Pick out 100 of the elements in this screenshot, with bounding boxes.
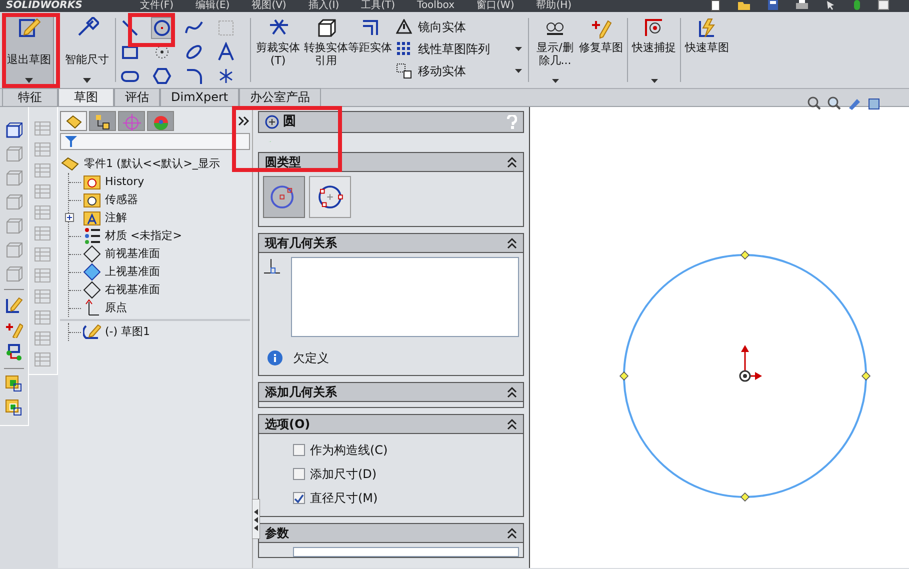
tab[interactable]: 办公室产品 [239, 88, 322, 106]
warning-triangle-icon [396, 19, 412, 35]
sketch-command-button[interactable]: 等距实体 [350, 14, 390, 86]
caret-icon [650, 79, 658, 83]
section-title: 圆类型 [265, 154, 301, 171]
plane-icon [83, 245, 101, 263]
sketch-tool-button[interactable] [215, 41, 237, 63]
menu-item[interactable]: 工具(T) [361, 0, 396, 12]
sketch-command-button[interactable]: 移动实体 [394, 60, 468, 82]
options-icon[interactable] [878, 0, 889, 10]
new-document-icon[interactable] [711, 0, 720, 11]
layer-box-icon[interactable] [5, 375, 23, 393]
caret-icon [83, 78, 91, 83]
plane-icon [83, 281, 101, 299]
checkbox[interactable] [293, 468, 305, 480]
traffic-light-icon[interactable] [854, 0, 860, 10]
layer-box-icon[interactable] [5, 399, 23, 417]
menu-item[interactable]: Toolbox [417, 0, 455, 12]
fillet-icon [184, 66, 204, 86]
section-title: 选项(O) [265, 416, 310, 433]
material-icon [83, 227, 101, 245]
relations-list[interactable] [291, 257, 519, 337]
pointer-icon[interactable] [826, 0, 836, 10]
app-logo: SOLIDWORKS [5, 0, 84, 12]
sketch-command-button[interactable]: 快速捕捉 [631, 14, 677, 86]
previous-view-icon[interactable] [847, 96, 861, 110]
printer-icon[interactable] [796, 0, 808, 10]
collapse-chevron-icon[interactable] [507, 418, 517, 430]
tab[interactable]: 特征 [2, 88, 58, 106]
panel-tab[interactable] [60, 111, 87, 131]
section-title: 参数 [265, 525, 289, 542]
checkbox-option[interactable]: 添加尺寸(D) [293, 462, 523, 486]
tab[interactable]: 草图 [58, 88, 114, 106]
tree-item[interactable]: 上视基准面 [105, 264, 160, 280]
checkbox[interactable] [293, 492, 305, 504]
perpendicular-icon [263, 257, 281, 275]
relation-icon[interactable] [5, 344, 23, 362]
tree-item[interactable]: 零件1 (默认<<默认>_显示 [84, 156, 220, 172]
collapse-chevron-icon[interactable] [507, 156, 517, 168]
sketch-command-button[interactable]: 智能尺寸 [62, 14, 112, 86]
tree-item[interactable]: 前视基准面 [105, 246, 160, 262]
box-icon[interactable] [5, 121, 23, 139]
menu-item[interactable]: 帮助(H) [536, 0, 572, 12]
collapse-chevron-icon[interactable] [507, 386, 517, 398]
sketch-command-button[interactable]: 修复草图 [578, 14, 624, 86]
panel-tab[interactable] [89, 111, 116, 131]
tree-item[interactable]: 注解 [105, 210, 127, 226]
tree-item[interactable]: (-) 草图1 [105, 324, 150, 340]
caret-icon [515, 69, 522, 73]
ellipse-icon [184, 42, 204, 62]
zoom-area-icon[interactable] [827, 96, 841, 110]
parameter-field[interactable] [293, 547, 519, 557]
menu-item[interactable]: 视图(V) [252, 0, 286, 12]
expand-chevrons-icon[interactable] [238, 116, 250, 126]
sketch-pencil-icon [17, 17, 41, 39]
section-title: 现有几何关系 [265, 235, 337, 252]
checkbox-option[interactable]: 作为构造线(C) [293, 438, 523, 462]
sketch-pencil-icon [83, 323, 101, 341]
tree-item[interactable]: 右视基准面 [105, 282, 160, 298]
sketch-command-button[interactable]: 快速草图 [684, 14, 730, 86]
caret-icon [552, 79, 558, 83]
sketch-command-button[interactable]: 剪裁实体(T) [254, 14, 302, 86]
sketch-command-button[interactable]: 转换实体引用 [302, 14, 350, 86]
filter-icon [65, 135, 77, 148]
menu-item[interactable]: 插入(I) [308, 0, 340, 12]
circle-type-button[interactable] [309, 176, 351, 218]
menu-item[interactable]: 编辑(E) [196, 0, 230, 12]
target-icon [643, 17, 665, 39]
crosshair-icon [122, 112, 142, 131]
collapse-chevron-icon[interactable] [507, 527, 517, 539]
highlight-frame [128, 13, 175, 47]
sketch-command-button[interactable]: 线性草图阵列 [394, 38, 492, 60]
collapse-handle-icon[interactable] [252, 499, 260, 539]
expand-toggle-icon[interactable] [65, 213, 74, 222]
checkbox-option[interactable]: 直径尺寸(M) [293, 486, 523, 510]
annotation-folder-icon [83, 209, 101, 227]
origin-icon [83, 299, 101, 317]
tab[interactable]: 评估 [114, 88, 160, 106]
folder-icon[interactable] [738, 0, 750, 10]
sketch-command-button[interactable]: 显示/删除几... [532, 14, 578, 86]
section-title: 添加几何关系 [265, 384, 337, 401]
tree-item[interactable]: History [105, 174, 144, 190]
sketch-tool-button[interactable] [151, 17, 173, 39]
tree-item[interactable]: 原点 [105, 300, 127, 316]
tree-item[interactable]: 材质 <未指定> [105, 228, 182, 244]
tick-icon [294, 494, 304, 502]
circle-icon [152, 18, 172, 38]
save-icon[interactable] [768, 0, 778, 10]
zoom-fit-icon[interactable] [807, 96, 821, 110]
sketch-pencil-icon[interactable] [5, 296, 23, 314]
plane-selected-icon [83, 263, 101, 281]
status-text: 欠定义 [293, 350, 329, 367]
section-view-icon[interactable] [867, 96, 881, 110]
collapse-chevron-icon[interactable] [507, 237, 517, 249]
checkbox[interactable] [293, 444, 305, 456]
sketch-tool-button[interactable] [151, 65, 173, 87]
tab[interactable]: DimXpert [160, 88, 240, 106]
filter-field[interactable] [60, 133, 250, 150]
tree-item[interactable]: 传感器 [105, 192, 138, 208]
sketch-command-button[interactable]: 镜向实体 [394, 16, 468, 38]
